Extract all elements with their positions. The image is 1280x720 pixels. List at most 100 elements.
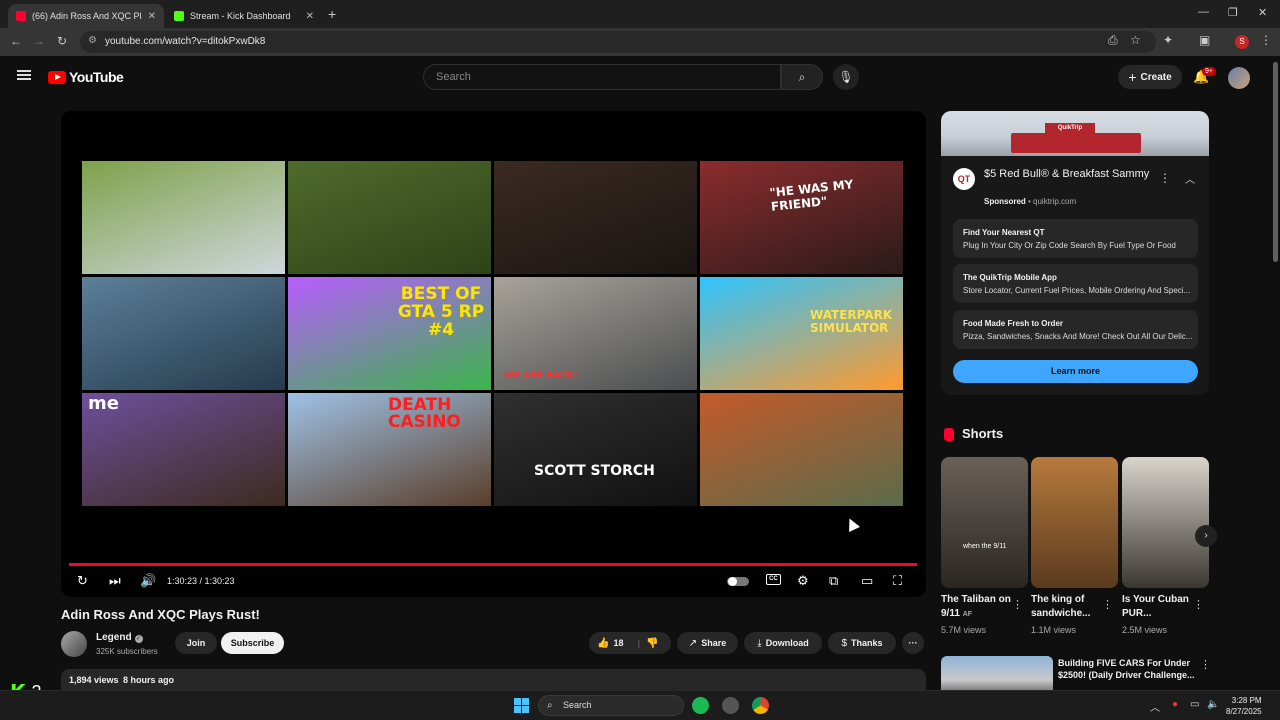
volume-icon[interactable]: 🔊 — [140, 573, 156, 589]
minimize-icon[interactable]: — — [1198, 6, 1209, 18]
back-icon[interactable]: ← — [10, 34, 22, 48]
ad-title[interactable]: $5 Red Bull® & Breakfast Sammy — [984, 167, 1154, 181]
short-thumbnail[interactable] — [1031, 457, 1118, 588]
site-info-icon[interactable]: ⚙ — [88, 35, 97, 46]
new-tab-icon[interactable]: + — [328, 6, 336, 22]
end-screen-video-thumbnail[interactable]: DEATH CASINO — [288, 393, 491, 506]
short-thumbnail[interactable]: when the 9/11 — [941, 457, 1028, 588]
short-menu-icon[interactable]: ⋮ — [1012, 598, 1023, 611]
sitelink-description: Pizza, Sandwiches, Snacks And More! Chec… — [963, 332, 1193, 341]
end-screen-video-thumbnail[interactable] — [494, 161, 697, 274]
close-tab-icon[interactable]: ✕ — [306, 11, 314, 22]
reload-icon[interactable]: ↻ — [57, 34, 67, 48]
browser-menu-icon[interactable]: ⋮ — [1260, 33, 1272, 47]
more-actions-button[interactable]: ··· — [902, 632, 924, 654]
bookmark-star-icon[interactable]: ☆ — [1130, 33, 1141, 47]
recommended-menu-icon[interactable]: ⋮ — [1200, 658, 1211, 671]
end-screen-video-thumbnail[interactable] — [82, 161, 285, 274]
like-count[interactable]: 18 — [613, 638, 623, 648]
address-bar[interactable]: ⚙ youtube.com/watch?v=ditokPxwDk8 — [80, 31, 1156, 53]
description-box[interactable]: 1,894 views 8 hours ago — [61, 669, 926, 691]
advertiser-logo[interactable]: QT — [953, 168, 975, 190]
short-menu-icon[interactable]: ⋮ — [1102, 598, 1113, 611]
download-button[interactable]: ⤓ Download — [744, 632, 822, 654]
youtube-logo[interactable]: YouTube — [48, 69, 124, 85]
obs-icon[interactable] — [722, 697, 739, 714]
tab-youtube[interactable]: (66) Adin Ross And XQC Plays R ✕ — [8, 4, 164, 28]
close-tab-icon[interactable]: ✕ — [148, 11, 156, 22]
scrollbar-thumb[interactable] — [1273, 62, 1278, 262]
video-title: Adin Ross And XQC Plays Rust! — [61, 607, 260, 622]
subscribe-button[interactable]: Subscribe — [221, 632, 284, 654]
short-menu-icon[interactable]: ⋮ — [1193, 598, 1204, 611]
like-icon[interactable]: 👍 — [597, 638, 609, 649]
end-screen-video-thumbnail[interactable]: BEST OF GTA 5 RP #4 — [288, 277, 491, 390]
short-views: 5.7M views — [941, 625, 987, 635]
channel-name-wrap[interactable]: Legend ✓ — [96, 632, 143, 643]
learn-more-button[interactable]: Learn more — [953, 360, 1198, 383]
close-window-icon[interactable]: ✕ — [1258, 6, 1267, 19]
end-screen-video-thumbnail[interactable]: "HE WAS MY FRIEND" — [700, 161, 903, 274]
shorts-next-button[interactable]: › — [1195, 525, 1217, 547]
short-thumbnail[interactable] — [1122, 457, 1209, 588]
short-title[interactable]: The king of sandwiche... — [1031, 593, 1109, 621]
ad-sitelink-card[interactable]: The QuikTrip Mobile App Store Locator, C… — [953, 264, 1198, 303]
taskbar-search[interactable]: ⌕ Search — [538, 695, 684, 716]
system-clock[interactable]: 3:28 PM 8/27/2025 — [1226, 695, 1262, 717]
channel-name[interactable]: Legend — [96, 632, 132, 643]
create-button[interactable]: + Create — [1118, 65, 1182, 89]
replay-icon[interactable]: ↻ — [77, 573, 88, 589]
short-title-text[interactable]: The Taliban on 9/11 — [941, 594, 1011, 619]
restore-icon[interactable]: ❐ — [1228, 6, 1238, 19]
collapse-chevron-icon[interactable]: ︿ — [1185, 171, 1195, 186]
end-screen-video-thumbnail[interactable]: me — [82, 393, 285, 506]
subtitles-button[interactable]: CC — [766, 574, 781, 585]
autoplay-toggle[interactable] — [727, 577, 749, 586]
end-screen-video-thumbnail[interactable]: SCOTT STORCH — [494, 393, 697, 506]
progress-bar[interactable] — [69, 563, 917, 566]
dislike-icon[interactable]: 👎 — [646, 638, 658, 649]
install-app-icon[interactable]: ⎙ — [1108, 33, 1118, 48]
tray-overflow-icon[interactable]: ︿ — [1150, 699, 1160, 714]
ad-sitelink-card[interactable]: Find Your Nearest QT Plug In Your City O… — [953, 219, 1198, 258]
short-title[interactable]: The Taliban on 9/11 AF — [941, 593, 1019, 622]
end-screen-video-thumbnail[interactable] — [82, 277, 285, 390]
end-screen-video-thumbnail[interactable]: WATERPARK SIMULATOR — [700, 277, 903, 390]
search-button[interactable]: ⌕ — [781, 64, 823, 90]
fullscreen-icon[interactable]: ⛶ — [893, 573, 902, 589]
settings-gear-icon[interactable]: ⚙ — [797, 573, 809, 589]
voice-search-button[interactable]: 🎙 — [833, 64, 859, 90]
chrome-icon[interactable] — [752, 697, 769, 714]
ad-sitelink-card[interactable]: Food Made Fresh to Order Pizza, Sandwich… — [953, 310, 1198, 349]
side-panel-icon[interactable]: ▣ — [1199, 33, 1210, 47]
sponsored-ad-panel[interactable]: QuikTrip QT $5 Red Bull® & Breakfast Sam… — [941, 111, 1209, 395]
page-scrollbar[interactable] — [1271, 56, 1280, 692]
network-icon[interactable]: ▭ — [1190, 699, 1199, 710]
spotify-icon[interactable] — [692, 697, 709, 714]
next-video-icon[interactable]: ⏭ — [109, 573, 121, 589]
share-button[interactable]: ↗ Share — [677, 632, 738, 654]
speaker-icon[interactable]: 🔈 — [1207, 699, 1219, 710]
recommended-video-title[interactable]: Building FIVE CARS For Under $2500! (Dai… — [1058, 657, 1198, 681]
search-input[interactable]: Search — [423, 64, 781, 90]
windows-start-icon[interactable] — [514, 698, 529, 713]
thanks-button[interactable]: $ Thanks — [828, 632, 896, 654]
end-screen-video-thumbnail[interactable] — [700, 393, 903, 506]
end-screen-video-thumbnail[interactable] — [288, 161, 491, 274]
end-screen-video-thumbnail[interactable]: WE ARE BACK! — [494, 277, 697, 390]
join-button[interactable]: Join — [175, 632, 217, 654]
tab-kick-dashboard[interactable]: Stream - Kick Dashboard ✕ — [166, 4, 322, 28]
ad-menu-icon[interactable]: ⋮ — [1159, 171, 1171, 185]
channel-avatar[interactable] — [61, 631, 87, 657]
video-player[interactable]: "HE WAS MY FRIEND" BEST OF GTA 5 RP #4 WE … — [61, 111, 926, 597]
guide-menu-icon[interactable] — [17, 70, 31, 80]
ad-banner-image[interactable]: QuikTrip — [941, 111, 1209, 156]
browser-profile-avatar[interactable]: S — [1235, 35, 1249, 49]
account-avatar[interactable] — [1228, 67, 1250, 89]
extensions-icon[interactable]: ✦ — [1163, 33, 1173, 47]
forward-icon[interactable]: → — [33, 34, 45, 48]
short-title[interactable]: Is Your Cuban PUR... — [1122, 593, 1200, 621]
microphone-tray-icon[interactable]: ● — [1172, 699, 1178, 710]
miniplayer-icon[interactable]: ⧉ — [829, 573, 838, 589]
theater-mode-icon[interactable]: ▭ — [861, 573, 873, 589]
